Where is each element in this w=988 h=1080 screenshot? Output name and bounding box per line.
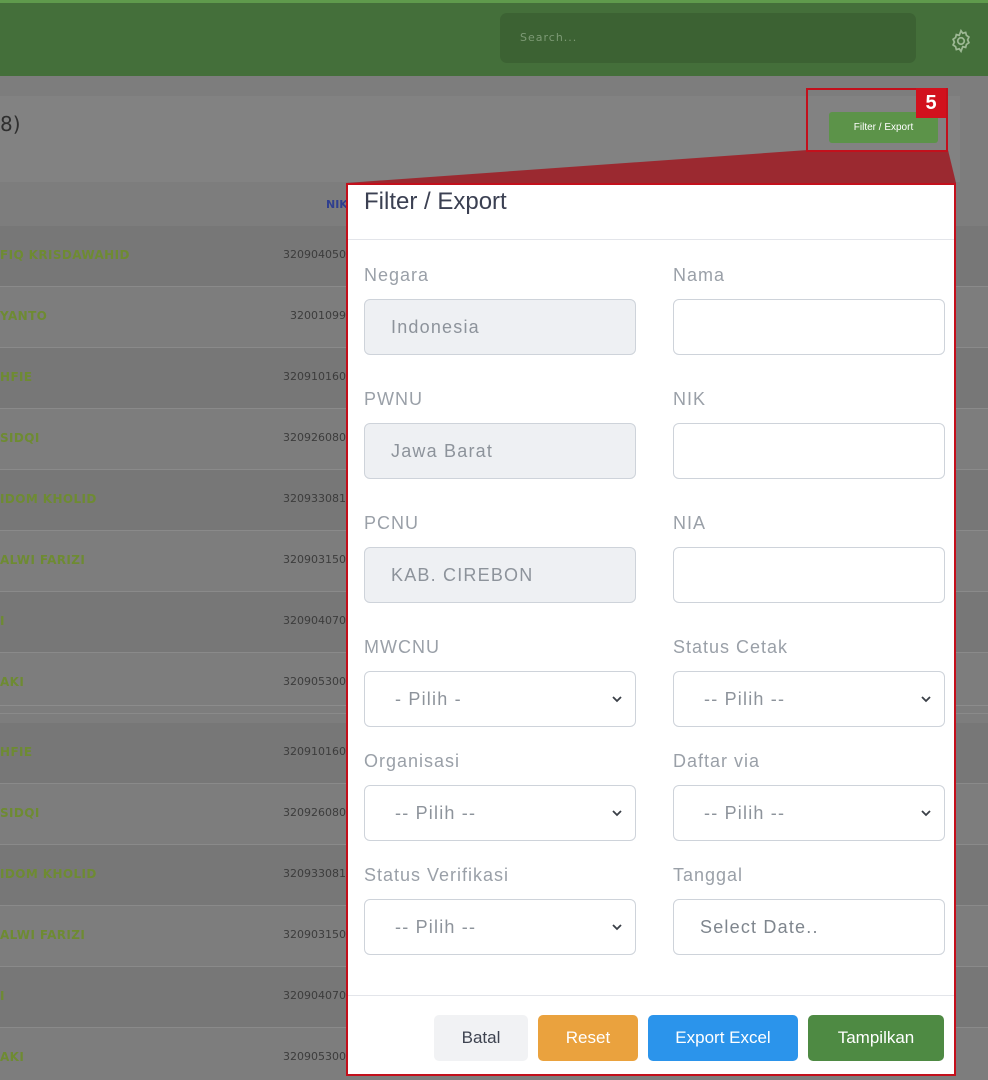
page-title: 8) — [0, 112, 21, 136]
row-name: HFIE — [0, 370, 33, 384]
nama-input[interactable] — [673, 299, 945, 355]
tampilkan-button[interactable]: Tampilkan — [808, 1015, 944, 1061]
row-nik: 320905300 — [283, 1050, 346, 1063]
row-name: IDOM KHOLID — [0, 867, 97, 881]
nik-input[interactable] — [673, 423, 945, 479]
chevron-down-icon — [612, 924, 622, 931]
mwcnu-select-value: - Pilih - — [395, 689, 462, 709]
row-name: I — [0, 989, 5, 1003]
daftar-via-select[interactable]: -- Pilih -- — [673, 785, 945, 841]
nia-input[interactable] — [673, 547, 945, 603]
row-nik: 320903150 — [283, 928, 346, 941]
row-nik: 32001099 — [290, 309, 346, 322]
chevron-down-icon — [612, 696, 622, 703]
row-name: HFIE — [0, 745, 33, 759]
status-verifikasi-select-value: -- Pilih -- — [395, 917, 477, 937]
label-daftar-via: Daftar via — [673, 751, 761, 771]
pcnu-field: KAB. CIREBON — [364, 547, 636, 603]
label-status-verifikasi: Status Verifikasi — [364, 865, 510, 885]
modal-title: Filter / Export — [364, 188, 507, 215]
label-mwcnu: MWCNU — [364, 637, 440, 657]
chevron-down-icon — [612, 810, 622, 817]
row-nik: 320933081 — [283, 492, 346, 505]
row-name: AKI — [0, 1050, 25, 1064]
row-name: YANTO — [0, 309, 48, 323]
filter-export-modal: Filter / Export Negara Indonesia Nama PW… — [346, 183, 956, 1076]
status-cetak-select-value: -- Pilih -- — [704, 689, 786, 709]
row-name: IDOM KHOLID — [0, 492, 97, 506]
row-nik: 320926080 — [283, 431, 346, 444]
mwcnu-select[interactable]: - Pilih - — [364, 671, 636, 727]
row-name: ALWI FARIZI — [0, 928, 86, 942]
row-nik: 320903150 — [283, 553, 346, 566]
row-nik: 320904070 — [283, 989, 346, 1002]
top-bar: Search... — [0, 0, 988, 76]
row-name: SIDQI — [0, 431, 40, 445]
label-pcnu: PCNU — [364, 513, 420, 533]
pwnu-field: Jawa Barat — [364, 423, 636, 479]
row-name: AKI — [0, 675, 25, 689]
export-excel-button[interactable]: Export Excel — [648, 1015, 798, 1061]
row-name: FIQ KRISDAWAHID — [0, 248, 130, 262]
search-input[interactable]: Search... — [500, 13, 916, 63]
row-nik: 320904050 — [283, 248, 346, 261]
row-nik: 320905300 — [283, 675, 346, 688]
column-header-nik: NIK — [326, 198, 348, 211]
label-nama: Nama — [673, 265, 726, 285]
label-status-cetak: Status Cetak — [673, 637, 789, 657]
row-name: I — [0, 614, 5, 628]
tanggal-date-input[interactable]: Select Date.. — [673, 899, 945, 955]
label-tanggal: Tanggal — [673, 865, 744, 885]
label-nia: NIA — [673, 513, 707, 533]
row-nik: 320933081 — [283, 867, 346, 880]
gear-icon[interactable] — [948, 28, 974, 54]
highlight-number-badge: 5 — [916, 88, 946, 118]
row-nik: 320926080 — [283, 806, 346, 819]
organisasi-select-value: -- Pilih -- — [395, 803, 477, 823]
label-nik: NIK — [673, 389, 707, 409]
label-negara: Negara — [364, 265, 430, 285]
organisasi-select[interactable]: -- Pilih -- — [364, 785, 636, 841]
status-verifikasi-select[interactable]: -- Pilih -- — [364, 899, 636, 955]
row-nik: 320910160 — [283, 745, 346, 758]
modal-header-divider — [348, 239, 954, 240]
negara-field: Indonesia — [364, 299, 636, 355]
status-cetak-select[interactable]: -- Pilih -- — [673, 671, 945, 727]
daftar-via-select-value: -- Pilih -- — [704, 803, 786, 823]
row-nik: 320910160 — [283, 370, 346, 383]
reset-button[interactable]: Reset — [538, 1015, 638, 1061]
batal-button[interactable]: Batal — [434, 1015, 528, 1061]
row-nik: 320904070 — [283, 614, 346, 627]
chevron-down-icon — [921, 810, 931, 817]
label-pwnu: PWNU — [364, 389, 423, 409]
label-organisasi: Organisasi — [364, 751, 461, 771]
chevron-down-icon — [921, 696, 931, 703]
row-name: ALWI FARIZI — [0, 553, 86, 567]
modal-footer-divider — [348, 995, 954, 996]
row-name: SIDQI — [0, 806, 40, 820]
